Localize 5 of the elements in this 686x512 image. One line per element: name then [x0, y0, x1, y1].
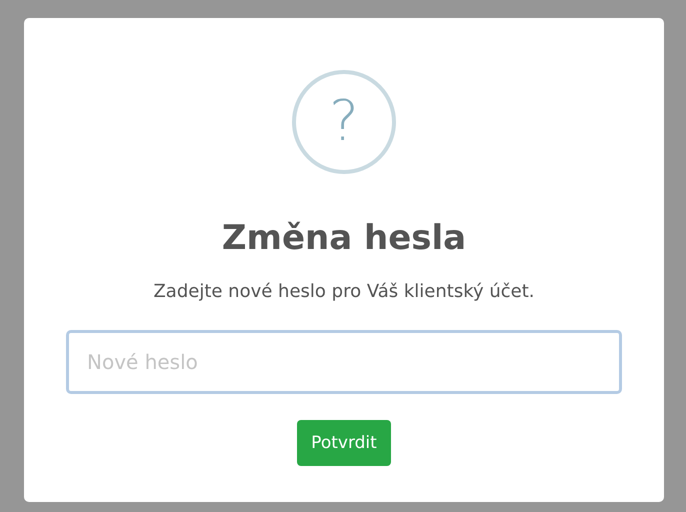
- password-field[interactable]: Nové heslo: [66, 330, 622, 394]
- dialog-text: Zadejte nové heslo pro Váš klientský účet.: [153, 280, 535, 304]
- confirm-button[interactable]: Potvrdit: [297, 420, 391, 466]
- question-icon: ?: [292, 70, 396, 174]
- dialog-title: Změna hesla: [222, 217, 466, 260]
